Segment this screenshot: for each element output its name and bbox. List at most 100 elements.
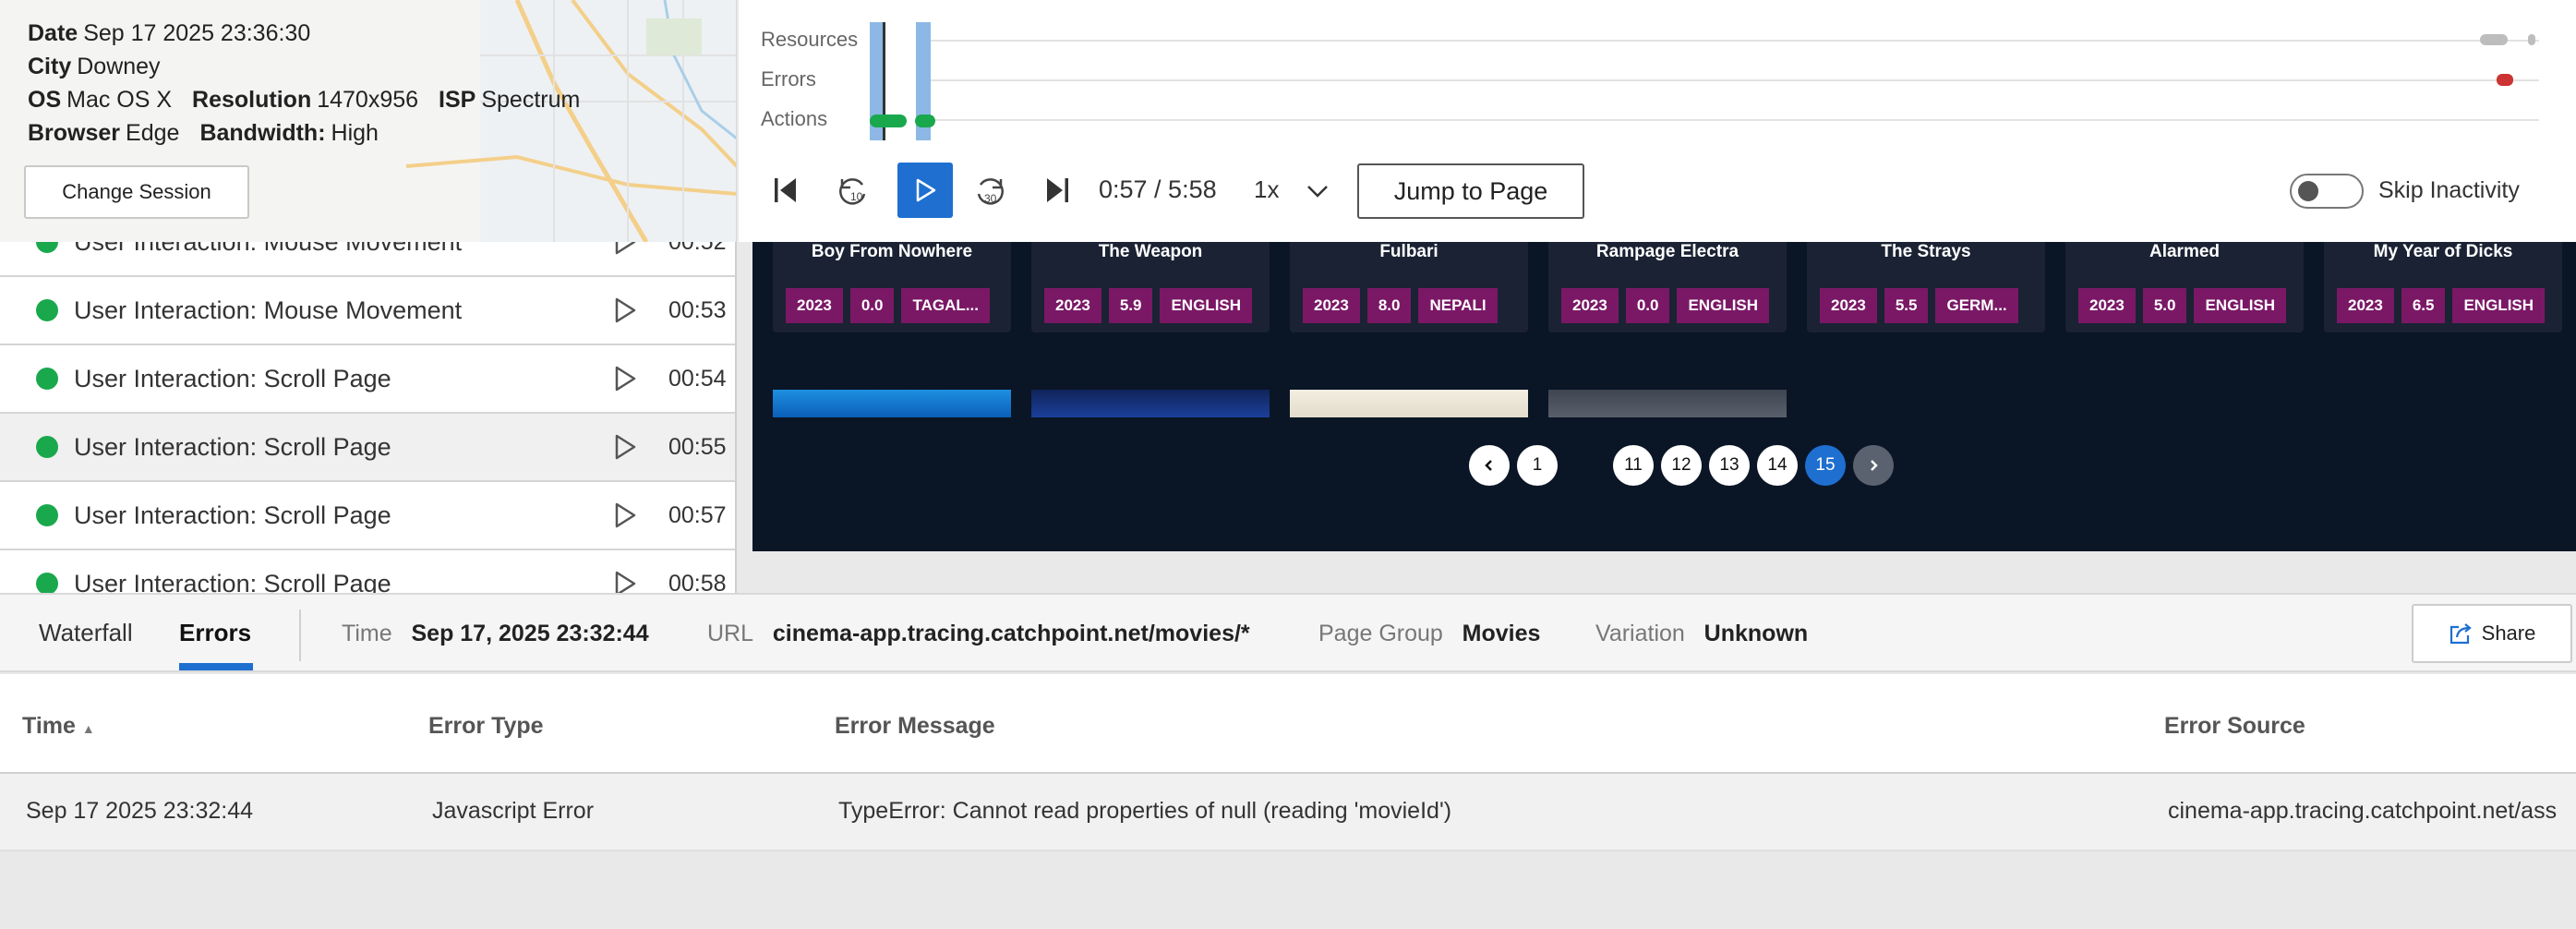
playback-speed[interactable]: 1x xyxy=(1254,175,1279,204)
movie-year-tag: 2023 xyxy=(786,288,843,323)
jump-to-page-button[interactable]: Jump to Page xyxy=(1357,163,1584,219)
error-message: TypeError: Cannot read properties of nul… xyxy=(838,798,1452,824)
movie-card[interactable]: The Weapon 2023 5.9 ENGLISH xyxy=(1031,242,1270,332)
event-status-dot xyxy=(36,368,58,390)
share-label: Share xyxy=(2481,621,2536,645)
movie-title: Fulbari xyxy=(1379,242,1438,261)
isp-label: ISP xyxy=(439,87,476,113)
movie-title: Rampage Electra xyxy=(1595,242,1739,261)
svg-text:10: 10 xyxy=(850,190,863,203)
play-event-icon[interactable] xyxy=(613,501,637,529)
tab-errors[interactable]: Errors xyxy=(179,619,251,647)
event-label: User Interaction: Mouse Movement xyxy=(74,242,462,257)
play-button[interactable] xyxy=(897,163,953,218)
movie-year-tag: 2023 xyxy=(1303,288,1360,323)
table-row[interactable]: Sep 17 2025 23:32:44 Javascript Error Ty… xyxy=(0,774,2576,851)
play-event-icon[interactable] xyxy=(613,365,637,392)
change-session-button[interactable]: Change Session xyxy=(24,165,249,219)
browser-label: Browser xyxy=(28,120,121,146)
resource-marker[interactable] xyxy=(2528,34,2535,45)
movie-card[interactable]: The Strays 2023 5.5 GERM... xyxy=(1807,242,2045,332)
movie-poster[interactable] xyxy=(773,390,1011,417)
movie-rating-tag: 0.0 xyxy=(1625,288,1670,323)
play-event-icon[interactable] xyxy=(613,296,637,324)
skip-to-start-icon[interactable] xyxy=(772,175,800,205)
timeline-row-label: Resources xyxy=(761,28,859,51)
tab-waterfall[interactable]: Waterfall xyxy=(39,619,133,647)
event-status-dot xyxy=(36,436,58,458)
movie-poster[interactable] xyxy=(1548,390,1787,417)
error-marker[interactable] xyxy=(2497,74,2513,86)
movie-card[interactable]: My Year of Dicks 2023 6.5 ENGLISH xyxy=(2324,242,2562,332)
pagination-page[interactable]: 14 xyxy=(1757,445,1798,486)
session-date: Sep 17 2025 23:36:30 xyxy=(83,20,311,46)
rewind-10-icon[interactable]: 10 xyxy=(835,172,872,209)
pagination-page-current[interactable]: 15 xyxy=(1805,445,1846,486)
play-event-icon[interactable] xyxy=(613,570,637,593)
movie-rating-tag: 6.5 xyxy=(2401,288,2446,323)
skip-to-end-icon[interactable] xyxy=(1043,175,1071,205)
movie-title: Boy From Nowhere xyxy=(811,242,973,261)
share-button[interactable]: Share xyxy=(2412,604,2572,663)
chevron-down-icon[interactable] xyxy=(1306,183,1330,199)
timeline-row-label: Errors xyxy=(761,67,816,90)
bandwidth-label: Bandwidth: xyxy=(199,120,326,146)
movie-year-tag: 2023 xyxy=(1820,288,1877,323)
event-row[interactable]: User Interaction: Mouse Movement 00:52 xyxy=(0,242,735,277)
movie-rating-tag: 8.0 xyxy=(1366,288,1412,323)
pagination-next[interactable] xyxy=(1853,445,1894,486)
divider xyxy=(299,609,301,661)
resolution-label: Resolution xyxy=(192,87,312,113)
movie-title: Alarmed xyxy=(2149,242,2221,261)
event-status-dot xyxy=(36,242,58,253)
skip-inactivity-label: Skip Inactivity xyxy=(2378,177,2520,203)
pagination-page[interactable]: 12 xyxy=(1661,445,1702,486)
session-details: Date Sep 17 2025 23:36:30 City Downey OS Ma… xyxy=(28,17,580,150)
play-event-icon[interactable] xyxy=(613,433,637,461)
movie-poster[interactable] xyxy=(1031,390,1270,417)
movie-language-tag: NEPALI xyxy=(1418,288,1498,323)
event-row[interactable]: User Interaction: Scroll Page 00:54 xyxy=(0,345,735,414)
event-row[interactable]: User Interaction: Scroll Page 00:58 xyxy=(0,550,735,594)
event-row[interactable]: User Interaction: Mouse Movement 00:53 xyxy=(0,277,735,345)
pagination-prev[interactable] xyxy=(1469,445,1510,486)
event-status-dot xyxy=(36,299,58,321)
forward-30-icon[interactable]: 30 xyxy=(969,172,1010,209)
movie-card[interactable]: Alarmed 2023 5.0 ENGLISH xyxy=(2065,242,2304,332)
session-resolution: 1470x956 xyxy=(317,87,419,113)
action-marker[interactable] xyxy=(915,115,935,127)
movie-card[interactable]: Rampage Electra 2023 0.0 ENGLISH xyxy=(1548,242,1787,332)
movie-poster[interactable] xyxy=(1290,390,1528,417)
column-header-error-source[interactable]: Error Source xyxy=(2164,713,2305,740)
table-header: Time ▲ Error Type Error Message Error So… xyxy=(0,674,2576,774)
movie-year-tag: 2023 xyxy=(1561,288,1619,323)
resource-marker[interactable] xyxy=(2480,34,2508,45)
pagination-page[interactable]: 11 xyxy=(1613,445,1654,486)
pagination-page[interactable]: 13 xyxy=(1709,445,1750,486)
event-label: User Interaction: Scroll Page xyxy=(74,569,391,594)
event-row-current[interactable]: User Interaction: Scroll Page 00:55 xyxy=(0,414,735,482)
pagination: 1 11 12 13 14 15 xyxy=(752,445,2576,488)
skip-inactivity-toggle[interactable] xyxy=(2290,174,2364,209)
playback-controls: 10 30 0:57 / 5:58 1x Jump to Page Skip I… xyxy=(739,163,2576,220)
city-label: City xyxy=(28,54,72,79)
os-label: OS xyxy=(28,87,62,113)
session-os: Mac OS X xyxy=(66,87,173,113)
session-isp: Spectrum xyxy=(481,87,581,113)
replay-timeline: Resources Errors Actions 10 30 0:57 / 5:… xyxy=(739,0,2576,242)
session-replay-app: Date Sep 17 2025 23:36:30 City Downey OS Ma… xyxy=(0,0,2576,929)
page-time: Sep 17, 2025 23:32:44 xyxy=(411,621,649,646)
session-city: Downey xyxy=(77,54,161,79)
page-info-bar: Waterfall Errors Time Sep 17, 2025 23:32… xyxy=(0,593,2576,672)
movie-year-tag: 2023 xyxy=(1044,288,1101,323)
event-time: 00:53 xyxy=(668,296,727,323)
movie-card[interactable]: Fulbari 2023 8.0 NEPALI xyxy=(1290,242,1528,332)
event-row[interactable]: User Interaction: Scroll Page 00:57 xyxy=(0,482,735,550)
pagination-page[interactable]: 1 xyxy=(1517,445,1558,486)
play-event-icon[interactable] xyxy=(613,242,637,256)
column-header-time[interactable]: Time ▲ xyxy=(22,713,95,740)
column-header-error-message[interactable]: Error Message xyxy=(835,713,995,740)
action-marker[interactable] xyxy=(870,115,907,127)
column-header-error-type[interactable]: Error Type xyxy=(428,713,544,740)
movie-card[interactable]: Boy From Nowhere 2023 0.0 TAGAL... xyxy=(773,242,1011,332)
